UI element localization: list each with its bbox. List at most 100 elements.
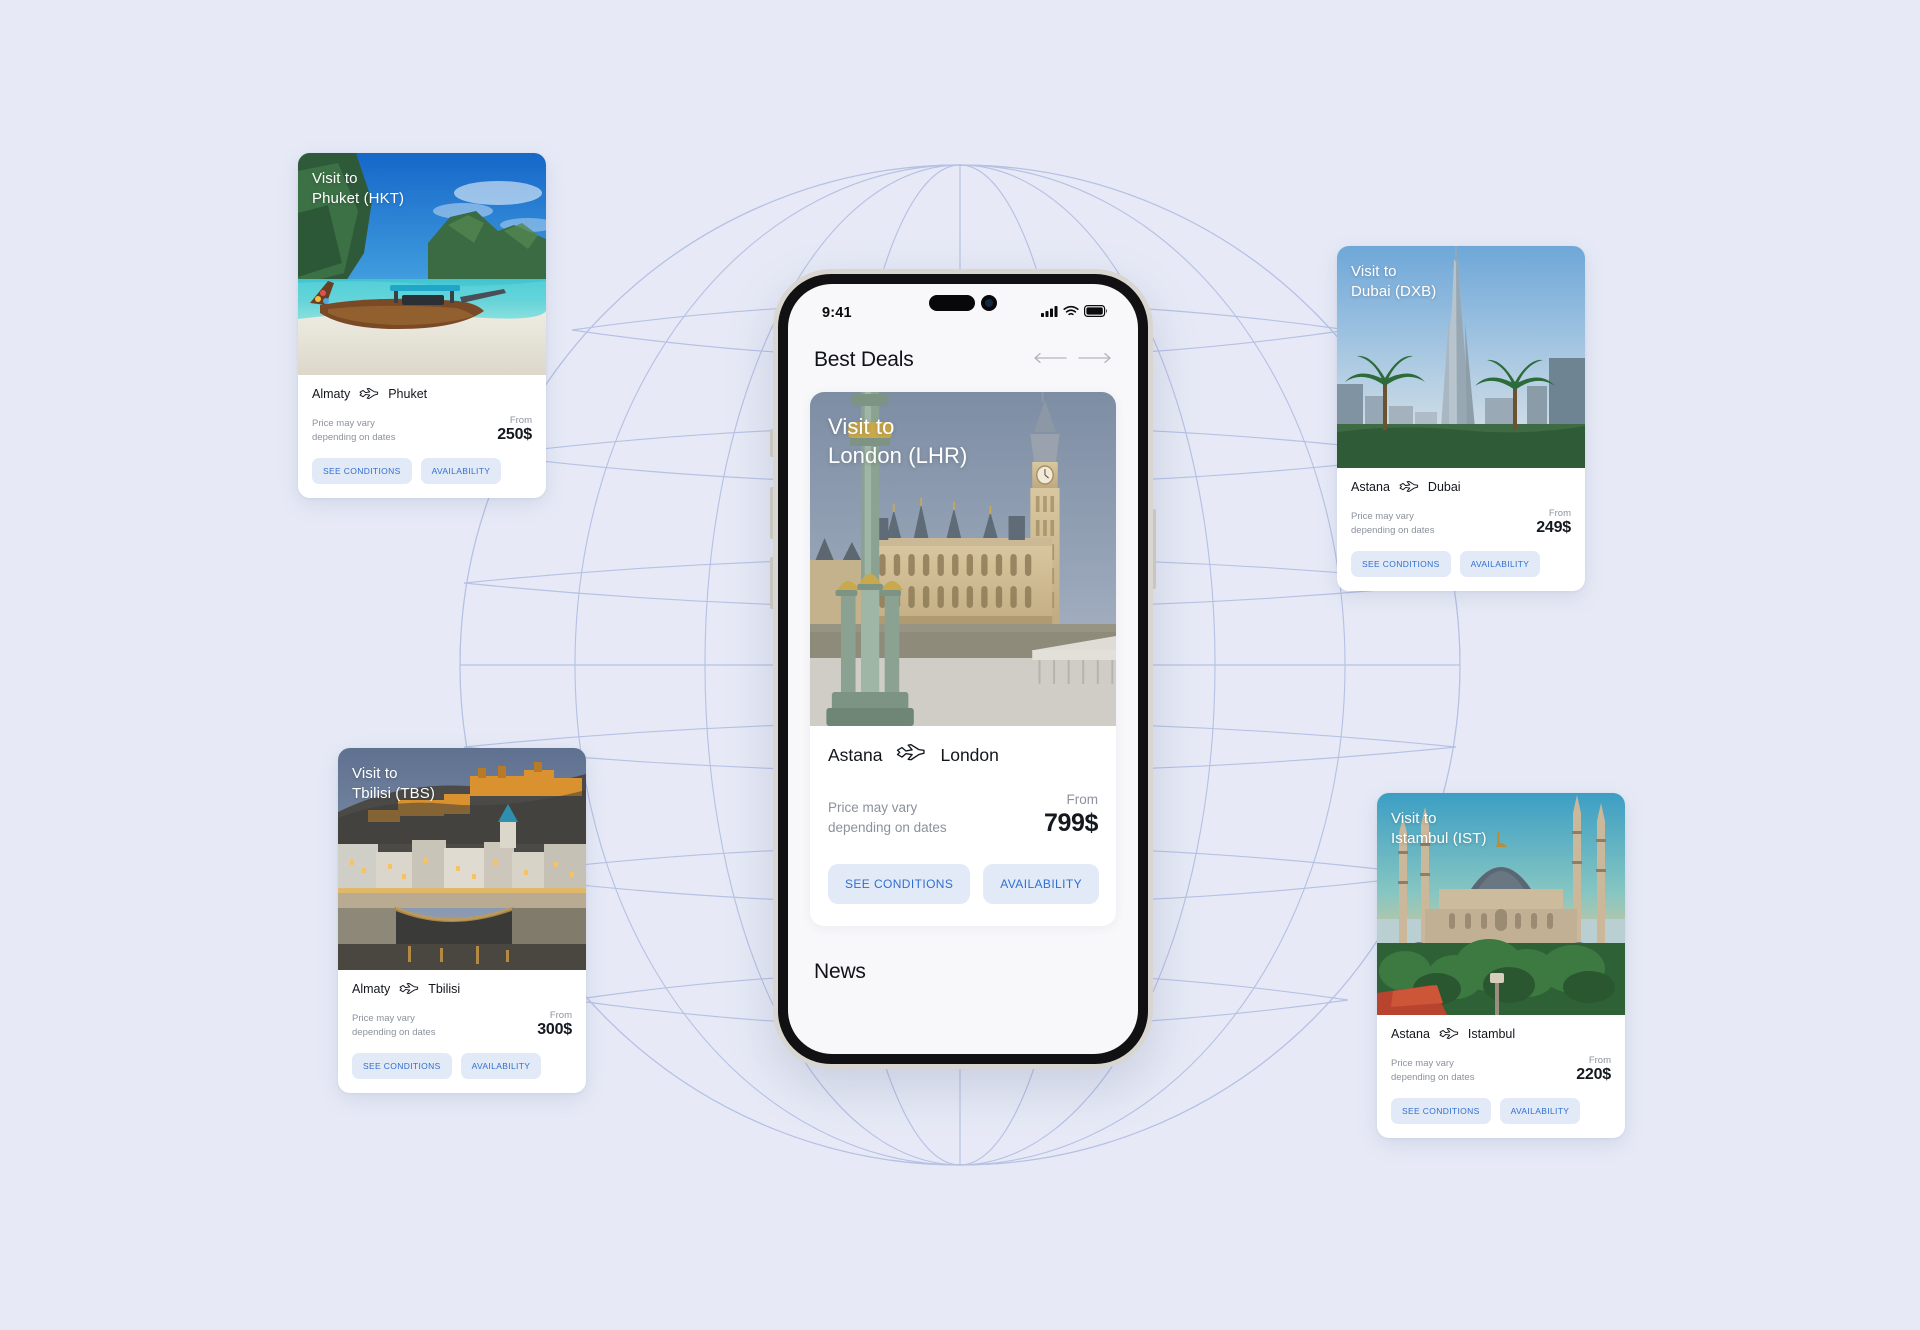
price-value: 249$ <box>1536 519 1571 537</box>
price-from-label: From <box>549 1010 572 1021</box>
see-conditions-button[interactable]: SEE CONDITIONS <box>828 863 971 904</box>
featured-deal-card[interactable]: Visit to London (LHR) Astana London Pric… <box>810 392 1116 926</box>
airplane-icon <box>359 388 379 400</box>
availability-button[interactable]: AVAILABILITY <box>1459 551 1541 578</box>
see-conditions-button[interactable]: SEE CONDITIONS <box>312 458 412 485</box>
route-row: Almaty Tbilisi <box>352 982 572 996</box>
airplane-icon <box>896 744 926 767</box>
card-actions: SEE CONDITIONS AVAILABILITY <box>1351 551 1571 578</box>
price-row: Price may vary depending on dates From 2… <box>312 415 532 444</box>
featured-card-body: Astana London Price may vary depending o… <box>810 726 1116 926</box>
airplane-icon <box>399 983 419 995</box>
carousel-nav <box>1033 351 1112 369</box>
news-section-title: News <box>814 959 866 983</box>
price-note-line2: depending on dates <box>312 431 396 443</box>
deal-card-phuket[interactable]: Visit to Phuket (HKT) Almaty Phuket Pric… <box>298 153 546 499</box>
overlay-title-line2: Phuket (HKT) <box>312 189 405 207</box>
card-overlay-title-phuket: Visit to Phuket (HKT) <box>312 169 404 209</box>
price-block: From 250$ <box>497 415 532 444</box>
availability-button[interactable]: AVAILABILITY <box>983 863 1100 904</box>
card-body-tbilisi: Almaty Tbilisi Price may vary depending … <box>338 970 586 1093</box>
price-row: Price may vary depending on dates From 2… <box>1391 1055 1611 1084</box>
arrow-right-icon[interactable] <box>1078 351 1112 369</box>
battery-icon <box>1084 304 1108 322</box>
price-note: Price may vary depending on dates <box>1351 510 1434 538</box>
dynamic-island <box>929 295 997 311</box>
overlay-title-line2: Istambul (IST) <box>1391 829 1487 847</box>
price-value: 220$ <box>1576 1066 1611 1084</box>
route-origin: Astana <box>1351 480 1390 494</box>
card-body-istambul: Astana Istambul Price may vary depending… <box>1377 1015 1625 1138</box>
price-note-line1: Price may vary <box>828 800 918 816</box>
featured-price-row: Price may vary depending on dates From 7… <box>828 791 1098 838</box>
route-origin: Almaty <box>312 387 351 401</box>
route-origin: Almaty <box>352 982 391 996</box>
silent-switch[interactable] <box>770 429 773 457</box>
deal-card-istambul[interactable]: Visit to Istambul (IST) Astana Istambul … <box>1377 793 1625 1139</box>
availability-button[interactable]: AVAILABILITY <box>460 1053 542 1080</box>
price-note-line2: depending on dates <box>828 819 947 835</box>
overlay-title-line1: Visit to <box>1351 263 1397 280</box>
card-photo-phuket: Visit to Phuket (HKT) <box>298 153 546 375</box>
see-conditions-button[interactable]: SEE CONDITIONS <box>1391 1098 1491 1125</box>
route-destination: Tbilisi <box>428 982 461 996</box>
power-button[interactable] <box>1153 509 1156 589</box>
see-conditions-button[interactable]: SEE CONDITIONS <box>1351 551 1451 578</box>
island-pill <box>929 295 975 311</box>
route-destination: London <box>940 745 999 765</box>
featured-card-overlay-title: Visit to London (LHR) <box>828 412 967 471</box>
price-note: Price may vary depending on dates <box>828 798 947 837</box>
volume-down-button[interactable] <box>770 557 773 609</box>
app-header: Best Deals <box>788 334 1138 380</box>
route-row: Astana Istambul <box>1391 1027 1611 1041</box>
volume-up-button[interactable] <box>770 487 773 539</box>
price-block: From 799$ <box>1044 791 1098 838</box>
phone-screen: 9:41 Best Deals Visit to London (LHR) As… <box>788 284 1138 1054</box>
availability-button[interactable]: AVAILABILITY <box>420 458 502 485</box>
price-block: From 249$ <box>1536 508 1571 537</box>
price-note-line2: depending on dates <box>1351 524 1435 536</box>
availability-button[interactable]: AVAILABILITY <box>1499 1098 1581 1125</box>
route-destination: Phuket <box>388 387 428 401</box>
route-row: Astana Dubai <box>1351 480 1571 494</box>
card-overlay-title-tbilisi: Visit to Tbilisi (TBS) <box>352 764 435 804</box>
page-title: Best Deals <box>814 348 914 371</box>
featured-card-actions: SEE CONDITIONS AVAILABILITY <box>828 863 1100 904</box>
price-value: 300$ <box>537 1021 572 1039</box>
cellular-signal-icon <box>1041 304 1058 322</box>
see-conditions-button[interactable]: SEE CONDITIONS <box>352 1053 452 1080</box>
route-destination: Istambul <box>1467 1027 1516 1041</box>
wifi-icon <box>1063 304 1079 322</box>
arrow-left-icon[interactable] <box>1033 351 1067 369</box>
price-from-label: From <box>509 415 532 426</box>
card-body-phuket: Almaty Phuket Price may vary depending o… <box>298 375 546 498</box>
price-note-line1: Price may vary <box>1391 1057 1454 1069</box>
overlay-title-line1: Visit to <box>352 765 398 782</box>
price-from-label: From <box>1588 1055 1611 1066</box>
route-row: Almaty Phuket <box>312 387 532 401</box>
airplane-icon <box>1439 1028 1459 1040</box>
phone-mockup: 9:41 Best Deals Visit to London (LHR) As… <box>770 269 1156 1069</box>
card-actions: SEE CONDITIONS AVAILABILITY <box>352 1053 572 1080</box>
phone-bezel: 9:41 Best Deals Visit to London (LHR) As… <box>778 274 1148 1064</box>
card-photo-istambul: Visit to Istambul (IST) <box>1377 793 1625 1015</box>
overlay-title-line1: Visit to <box>1391 810 1437 827</box>
card-actions: SEE CONDITIONS AVAILABILITY <box>312 458 532 485</box>
card-overlay-title-dubai: Visit to Dubai (DXB) <box>1351 262 1436 302</box>
route-origin: Astana <box>1391 1027 1430 1041</box>
overlay-title-line2: Tbilisi (TBS) <box>352 784 435 802</box>
price-from-label: From <box>1066 792 1099 807</box>
deal-card-dubai[interactable]: Visit to Dubai (DXB) Astana Dubai Price … <box>1337 246 1585 592</box>
price-row: Price may vary depending on dates From 2… <box>1351 508 1571 537</box>
status-bar: 9:41 <box>788 284 1138 334</box>
airplane-icon <box>1399 481 1419 493</box>
price-note: Price may vary depending on dates <box>1391 1057 1474 1085</box>
route-destination: Dubai <box>1427 480 1461 494</box>
price-block: From 220$ <box>1576 1055 1611 1084</box>
deal-card-tbilisi[interactable]: Visit to Tbilisi (TBS) Almaty Tbilisi Pr… <box>338 748 586 1094</box>
card-overlay-title-istambul: Visit to Istambul (IST) <box>1391 809 1487 849</box>
overlay-title-line2: London (LHR) <box>828 443 968 469</box>
featured-route-row: Astana London <box>828 744 1098 767</box>
overlay-title-line1: Visit to <box>312 170 358 187</box>
price-note-line2: depending on dates <box>1391 1071 1475 1083</box>
